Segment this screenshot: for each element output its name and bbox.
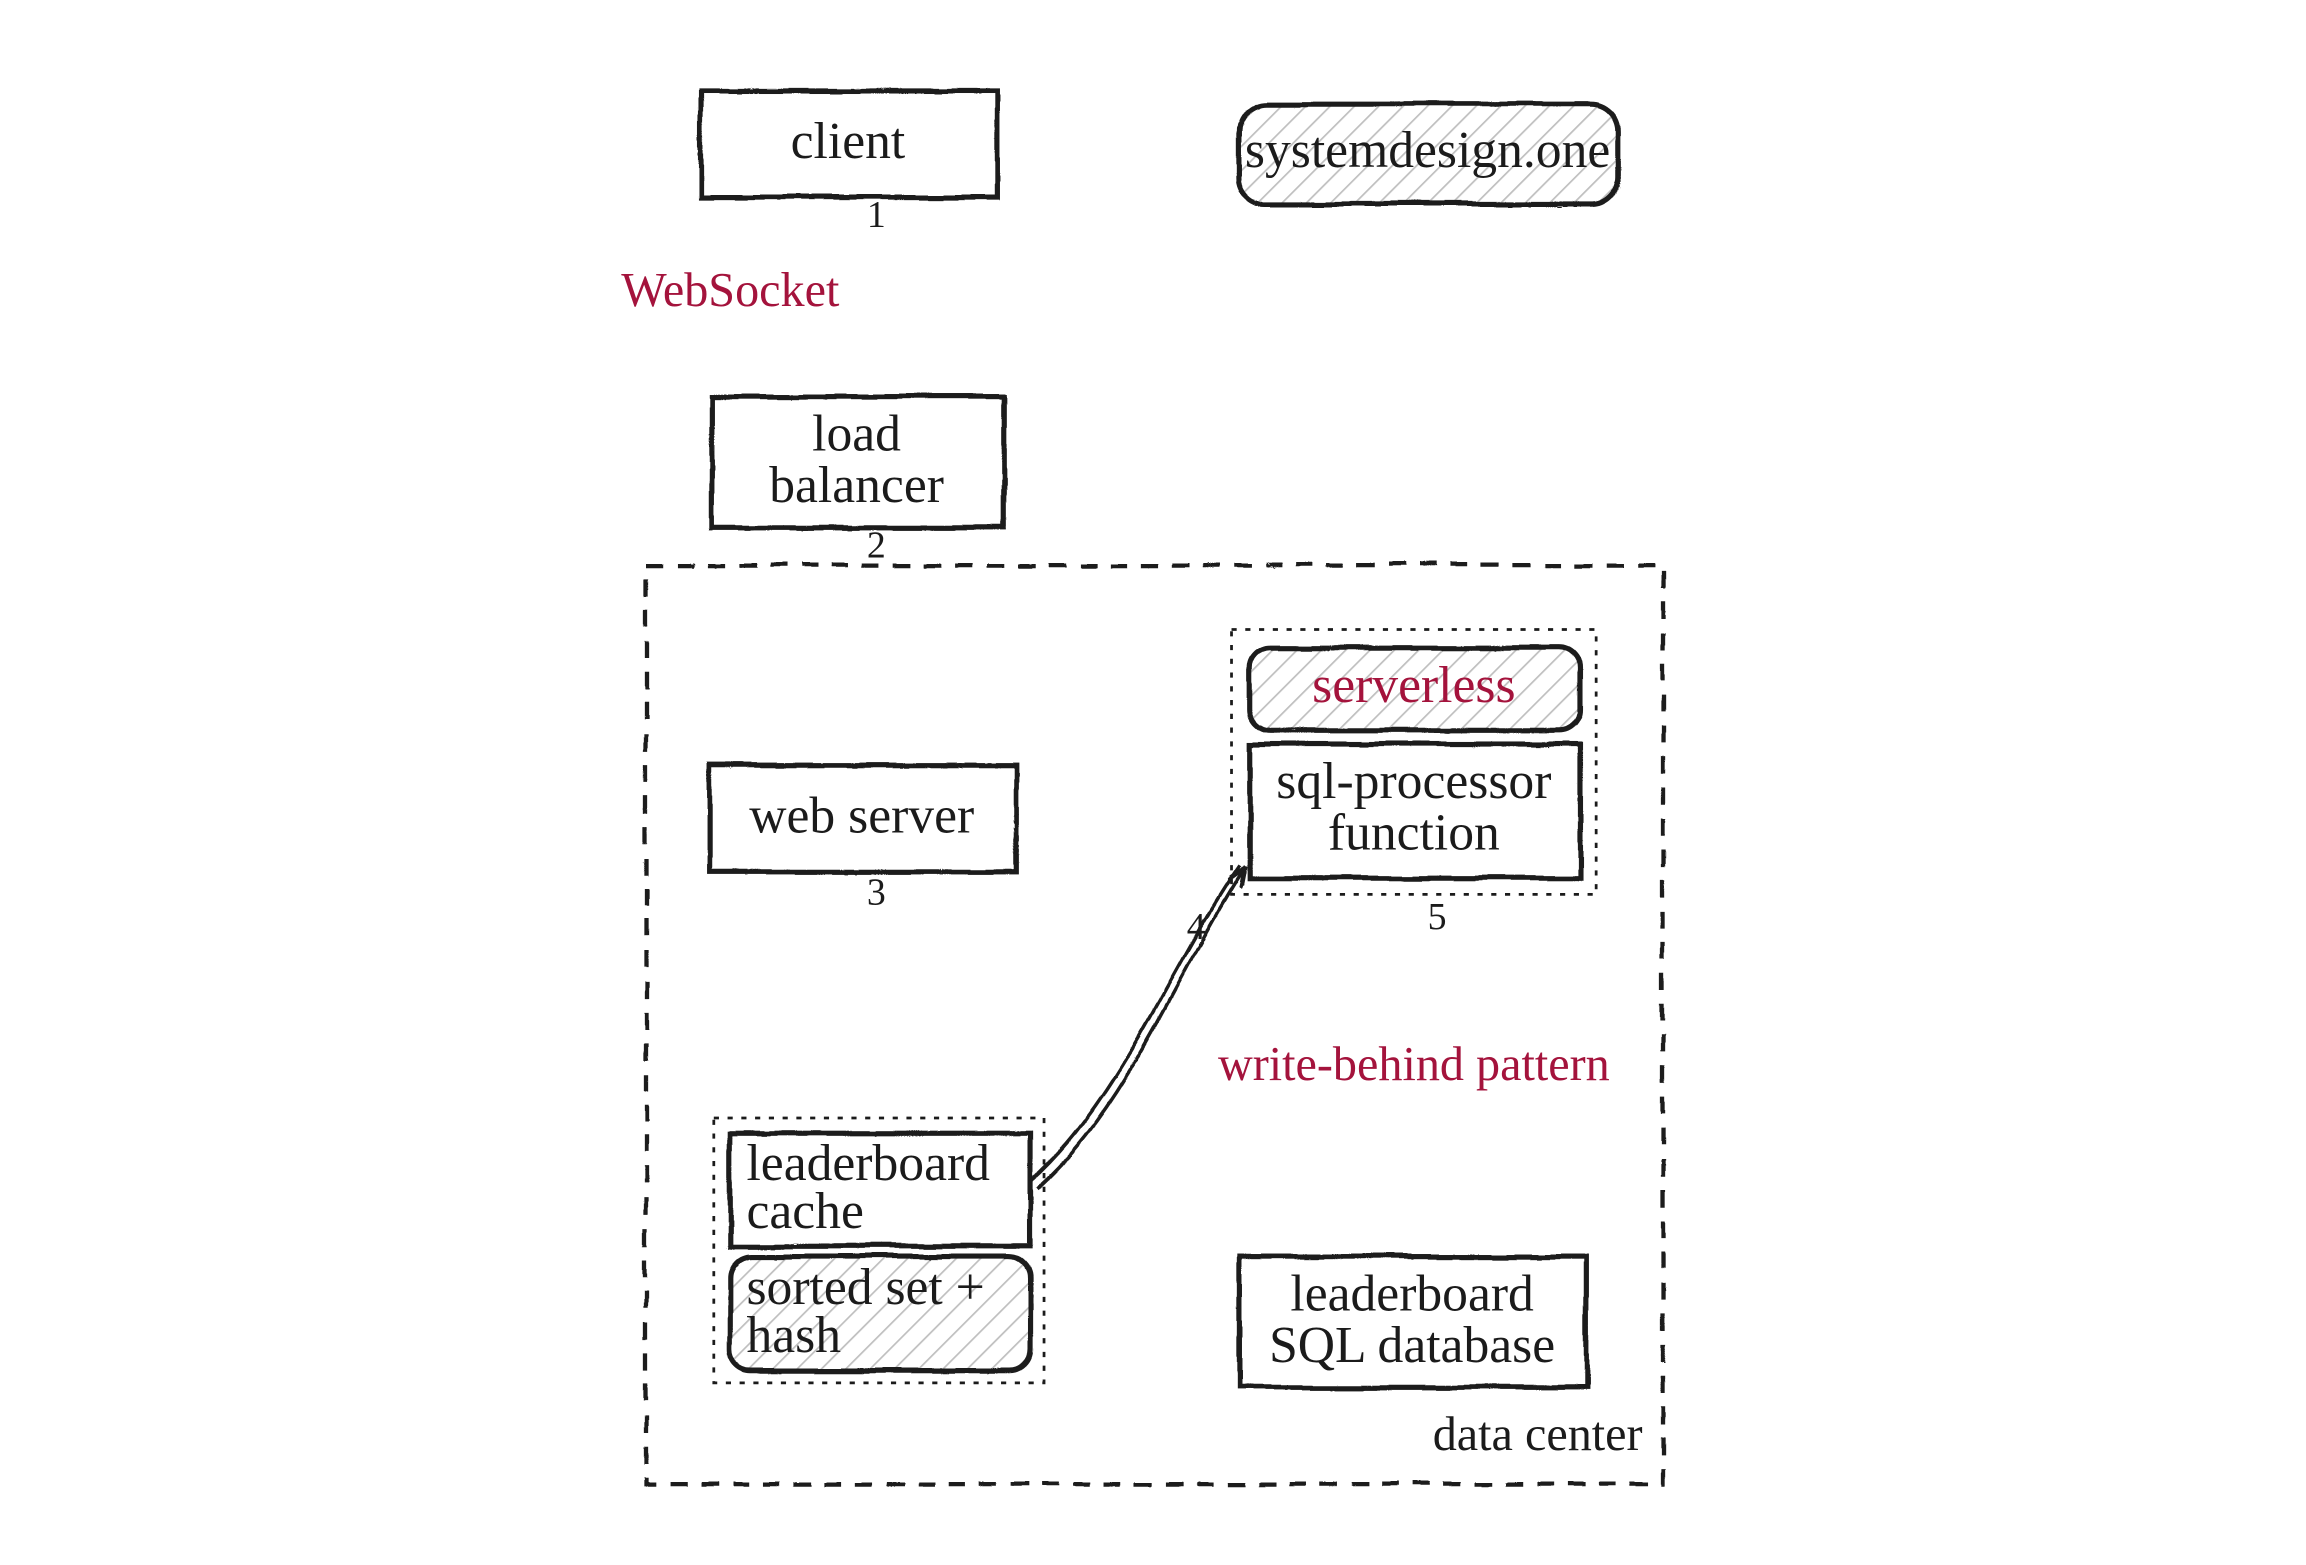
node-client: client (700, 89, 996, 196)
edge-cache-to-serverless: 4 (1029, 863, 1242, 1186)
edge-4-number: 4 (1187, 906, 1206, 948)
edge-2-number: 2 (867, 524, 886, 566)
edge-serverless-to-db: 5 write-behind pattern (1218, 894, 1610, 1248)
watermark-text: systemdesign.one (1245, 122, 1610, 179)
node-lb-label-2: balancer (769, 457, 944, 514)
node-load-balancer: load balancer (710, 396, 1002, 527)
edge-3-number: 3 (867, 872, 886, 914)
group-serverless: serverless sql-processor function (1232, 630, 1597, 895)
node-database: leaderboard SQL database (1238, 1256, 1585, 1387)
edge-1-number: 1 (867, 194, 886, 236)
node-client-label: client (791, 113, 906, 170)
node-lb-label-1: load (812, 406, 901, 463)
watermark-badge: systemdesign.one (1238, 103, 1616, 203)
edge-5-number: 5 (1428, 896, 1447, 938)
group-cache: leaderboard cache sorted set + hash (714, 1118, 1044, 1383)
edge-write-behind-label: write-behind pattern (1218, 1038, 1610, 1091)
region-data-center-label: data center (1433, 1408, 1643, 1461)
node-cache-label-2: cache (746, 1183, 863, 1240)
architecture-diagram: data center systemdesign.one client 1 We… (0, 0, 2306, 1565)
node-sqlproc-label-2: function (1328, 805, 1500, 862)
node-web-label: web server (749, 787, 974, 844)
edge-lb-to-web: 2 (855, 524, 886, 757)
node-db-label-1: leaderboard (1290, 1266, 1534, 1323)
node-serverless-title: serverless (1312, 657, 1515, 714)
node-sorted-label-2: hash (746, 1307, 841, 1364)
node-db-label-2: SQL database (1269, 1317, 1555, 1374)
edge-web-to-cache: 3 (855, 870, 886, 1121)
node-sqlproc-label-1: sql-processor (1276, 753, 1551, 810)
node-web-server: web server (709, 764, 1015, 871)
edge-client-to-lb: 1 WebSocket (621, 194, 886, 390)
edge-websocket-label: WebSocket (621, 264, 840, 317)
